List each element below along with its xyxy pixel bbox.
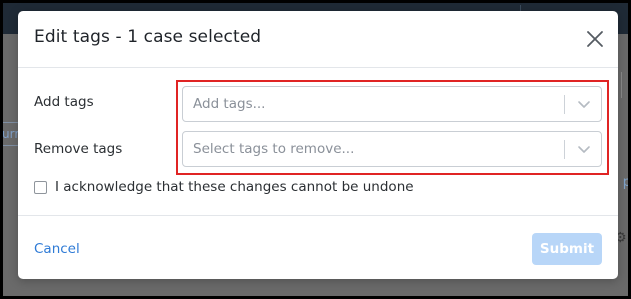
modal-title: Edit tags - 1 case selected <box>34 27 262 47</box>
add-tags-label: Add tags <box>34 94 94 110</box>
background-fragment-right: p <box>622 175 631 190</box>
remove-tags-label: Remove tags <box>34 141 123 157</box>
submit-button[interactable]: Submit <box>532 233 602 265</box>
modal-footer: Cancel Submit <box>18 215 618 279</box>
highlight-annotation <box>176 80 609 175</box>
edit-tags-modal: Edit tags - 1 case selected Add tags Rem… <box>18 11 618 279</box>
modal-header: Edit tags - 1 case selected <box>18 11 618 68</box>
background-fragment-left: urr <box>0 122 20 146</box>
close-icon[interactable] <box>585 29 605 49</box>
acknowledge-label: I acknowledge that these changes cannot … <box>55 179 414 195</box>
background-divider-right <box>621 72 631 98</box>
acknowledge-checkbox[interactable] <box>34 181 47 194</box>
cancel-button[interactable]: Cancel <box>34 241 80 257</box>
